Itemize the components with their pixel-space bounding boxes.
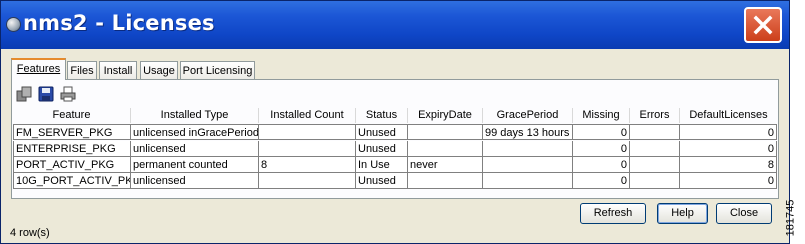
col-installed-type[interactable]: Installed Type: [131, 108, 259, 123]
tab-features-label: Features: [16, 63, 61, 75]
tab-files[interactable]: Files: [67, 61, 97, 79]
col-status[interactable]: Status: [356, 108, 408, 123]
cell-grace-period: [483, 141, 573, 157]
title-bar[interactable]: nms2 - Licenses: [1, 1, 789, 49]
tab-port-licensing-label: Port Licensing: [182, 65, 253, 77]
features-panel: Feature Installed Type Installed Count S…: [11, 79, 779, 199]
cell-grace-period: [483, 173, 573, 189]
cell-expiry-date: [408, 173, 483, 189]
cell-feature: ENTERPRISE_PKG: [13, 141, 131, 157]
cell-errors: [630, 124, 680, 140]
cell-errors: [630, 157, 680, 173]
cell-errors: [630, 141, 680, 157]
close-button[interactable]: Close: [716, 203, 772, 224]
save-icon[interactable]: [38, 86, 54, 102]
col-expiry-date[interactable]: ExpiryDate: [408, 108, 483, 123]
cell-expiry-date: [408, 141, 483, 157]
help-button[interactable]: Help: [657, 203, 708, 224]
licenses-window: nms2 - Licenses Features Files Install U…: [0, 0, 790, 244]
row-count-status: 4 row(s): [10, 227, 50, 239]
tab-files-label: Files: [70, 65, 94, 77]
cell-installed-type: permanent counted: [131, 157, 259, 173]
col-errors[interactable]: Errors: [630, 108, 680, 123]
cell-installed-count: [259, 124, 356, 140]
col-installed-count[interactable]: Installed Count: [259, 108, 356, 123]
copy-icon[interactable]: [16, 86, 32, 102]
table-row[interactable]: 10G_PORT_ACTIV_PKG unlicensed Unused 0 0: [13, 173, 777, 189]
tab-install-label: Install: [103, 65, 133, 77]
cell-installed-type: unlicensed: [131, 173, 259, 189]
cell-missing: 0: [573, 157, 630, 173]
cell-installed-type: unlicensed inGracePeriod: [131, 124, 259, 140]
cell-missing: 0: [573, 173, 630, 189]
cell-installed-count: [259, 141, 356, 157]
window-title: nms2 - Licenses: [23, 11, 215, 35]
figure-id-text: 181745: [784, 199, 797, 237]
tab-usage[interactable]: Usage: [140, 61, 178, 79]
table-row[interactable]: ENTERPRISE_PKG unlicensed Unused 0 0: [13, 141, 777, 157]
cell-default-licenses: 0: [680, 124, 777, 140]
tab-port-licensing[interactable]: Port Licensing: [180, 61, 255, 79]
cell-feature: PORT_ACTIV_PKG: [13, 157, 131, 173]
table-row[interactable]: PORT_ACTIV_PKG permanent counted 8 In Us…: [13, 157, 777, 173]
tab-features[interactable]: Features: [11, 58, 66, 80]
col-missing[interactable]: Missing: [573, 108, 630, 123]
figure-id-label: 181745: [784, 198, 804, 242]
col-feature[interactable]: Feature: [13, 108, 131, 123]
cell-expiry-date: [408, 124, 483, 140]
refresh-button[interactable]: Refresh: [580, 203, 646, 224]
print-icon[interactable]: [60, 86, 76, 102]
cell-default-licenses: 8: [680, 157, 777, 173]
tab-install[interactable]: Install: [99, 61, 137, 79]
window-close-button[interactable]: [744, 7, 782, 43]
cell-status: Unused: [356, 173, 408, 189]
cell-installed-type: unlicensed: [131, 141, 259, 157]
app-icon: [6, 17, 21, 32]
col-grace-period[interactable]: GracePeriod: [483, 108, 573, 123]
table-row[interactable]: FM_SERVER_PKG unlicensed inGracePeriod U…: [13, 124, 777, 140]
cell-installed-count: [259, 173, 356, 189]
tab-usage-label: Usage: [143, 65, 175, 77]
cell-status: Unused: [356, 124, 408, 140]
cell-installed-count: 8: [259, 157, 356, 173]
close-icon: [753, 15, 773, 35]
cell-errors: [630, 173, 680, 189]
cell-expiry-date: never: [408, 157, 483, 173]
cell-default-licenses: 0: [680, 141, 777, 157]
cell-default-licenses: 0: [680, 173, 777, 189]
cell-grace-period: [483, 157, 573, 173]
cell-feature: 10G_PORT_ACTIV_PKG: [13, 173, 131, 189]
col-default-licenses[interactable]: DefaultLicenses: [680, 108, 777, 123]
cell-status: Unused: [356, 141, 408, 157]
cell-grace-period: 99 days 13 hours: [483, 124, 573, 140]
cell-missing: 0: [573, 124, 630, 140]
cell-status: In Use: [356, 157, 408, 173]
cell-missing: 0: [573, 141, 630, 157]
cell-feature: FM_SERVER_PKG: [13, 124, 131, 140]
